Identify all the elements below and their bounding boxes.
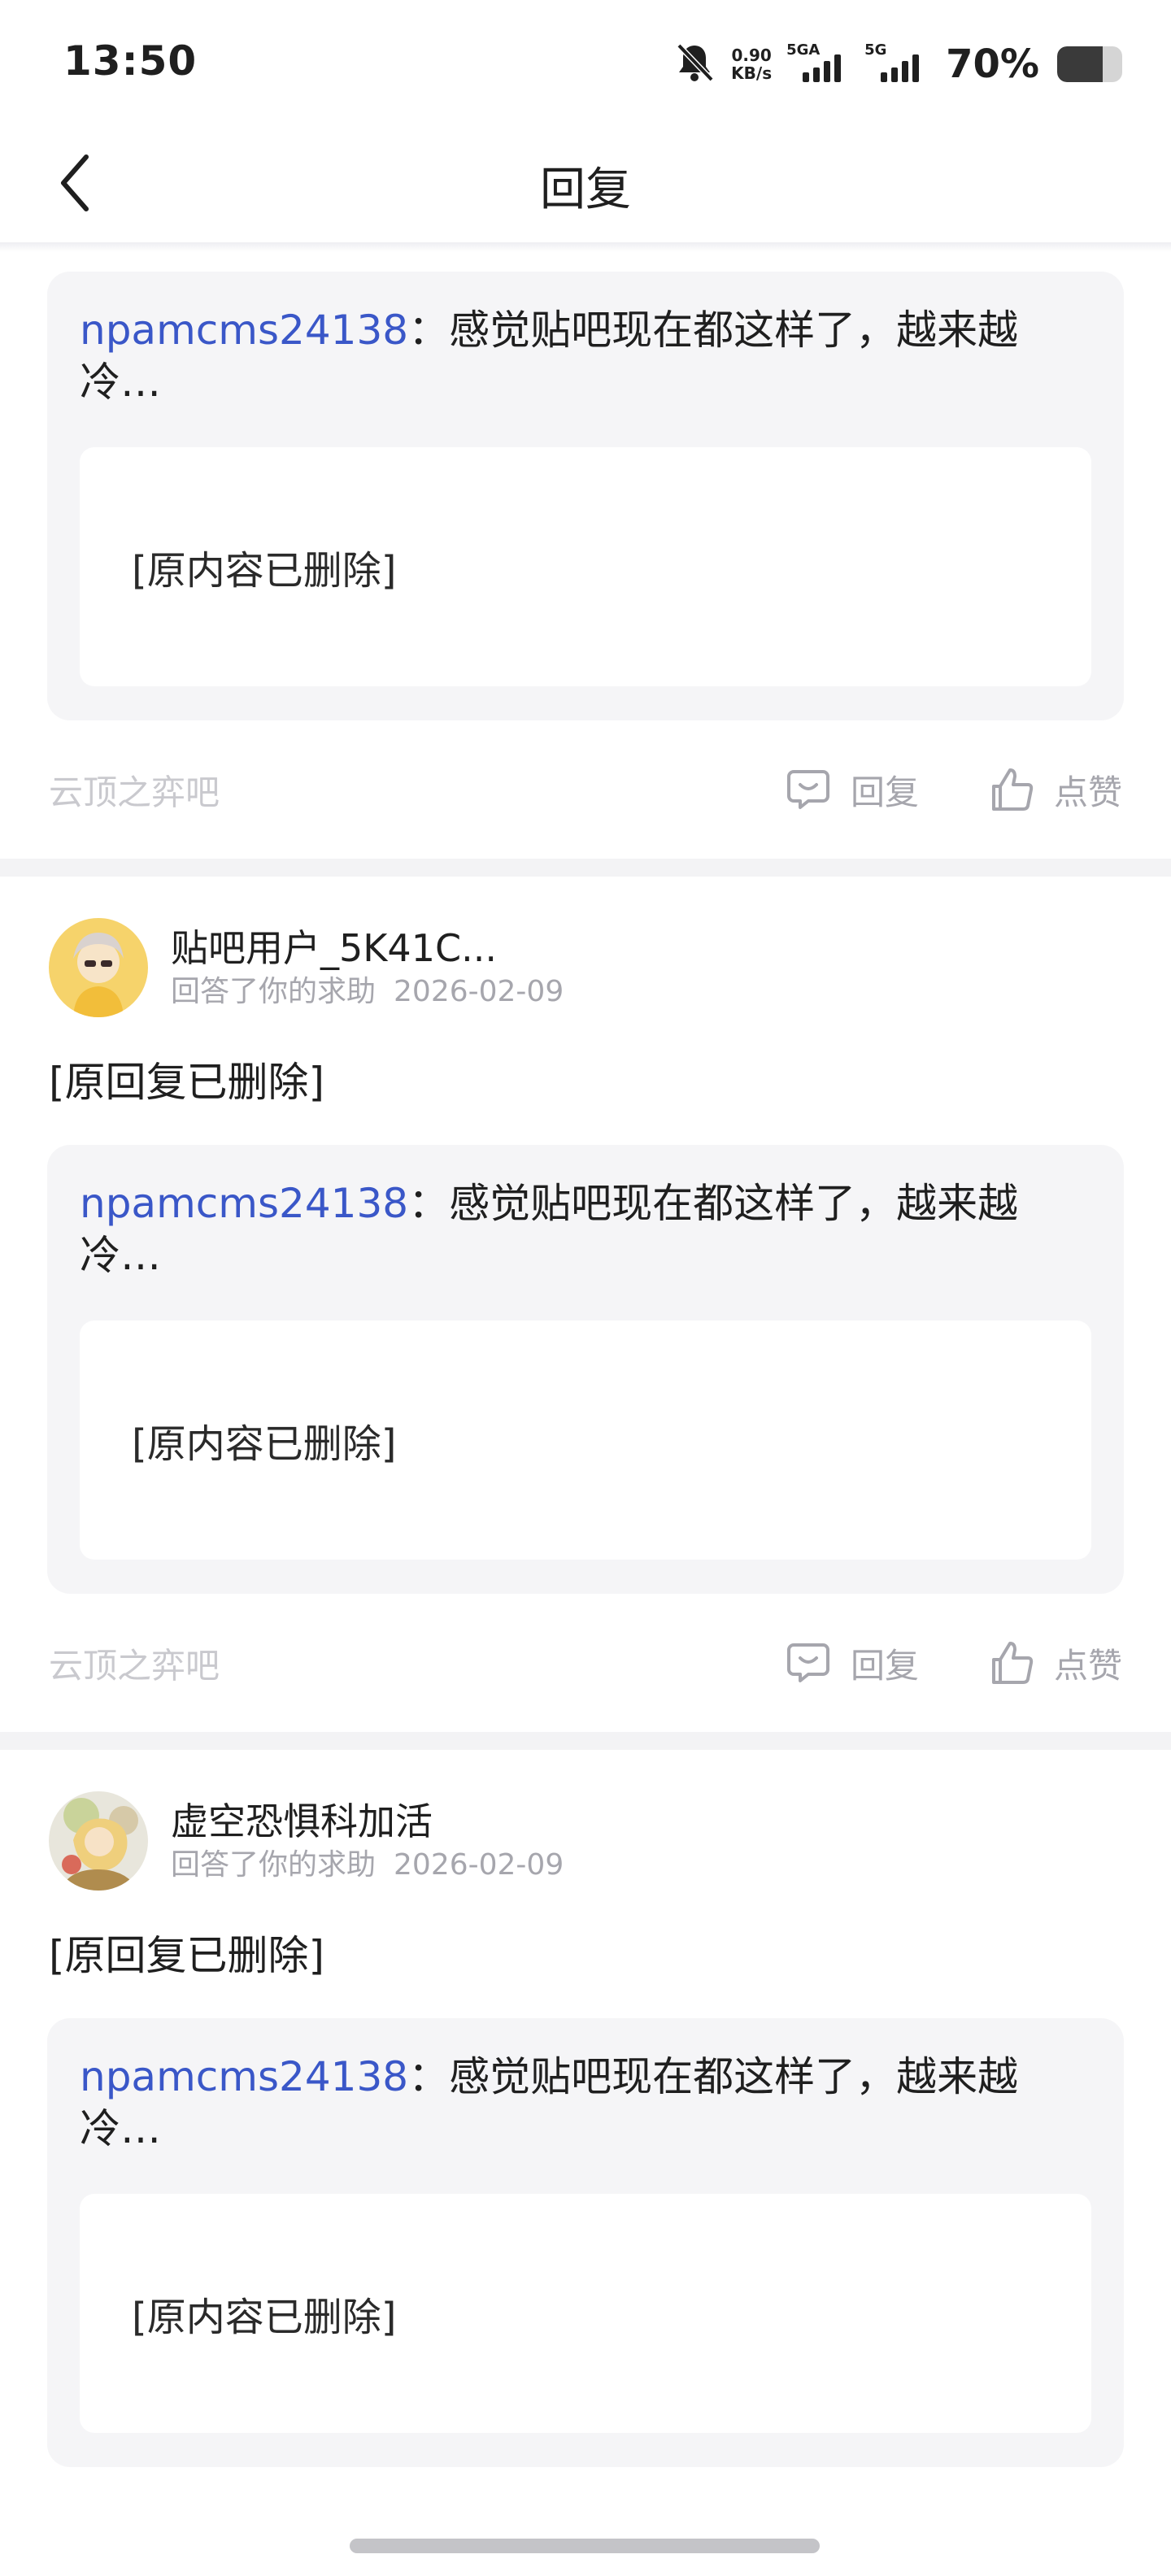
action-text: 回答了你的求助 [171,1848,377,1882]
quoted-post[interactable]: npamcms24138：感觉贴吧现在都这样了，越来越冷… [原内容已删除] [47,272,1124,720]
status-time: 13:50 [63,37,198,85]
reply-card: 贴吧用户_5K41C... 回答了你的求助 2026-02-09 [原回复已删除]… [0,877,1171,1732]
reply-label: 回复 [850,772,919,812]
like-label: 点赞 [1053,772,1122,812]
signal-icon: 5GA [786,41,850,82]
original-content: [原内容已删除] [80,2194,1091,2433]
quote-line: npamcms24138：感觉贴吧现在都这样了，越来越冷… [80,1177,1091,1281]
reply-list[interactable]: npamcms24138：感觉贴吧现在都这样了，越来越冷… [原内容已删除] 云… [0,252,1171,2467]
avatar[interactable] [49,1791,148,1891]
thumbs-up-icon [991,768,1034,811]
action-text: 回答了你的求助 [171,975,377,1008]
top-bar: 回复 [0,130,1171,242]
user-meta: 虚空恐惧科加活 回答了你的求助 2026-02-09 [171,1797,564,1885]
user-row: 虚空恐惧科加活 回答了你的求助 2026-02-09 [0,1750,1171,1891]
quote-username[interactable]: npamcms24138 [80,2053,408,2100]
original-content: [原内容已删除] [80,447,1091,686]
reply-button[interactable]: 回复 [786,765,919,815]
net-speed-value: 0.90 [731,46,772,65]
user-row: 贴吧用户_5K41C... 回答了你的求助 2026-02-09 [0,877,1171,1018]
forum-name[interactable]: 云顶之弈吧 [49,765,716,815]
post-date: 2026-02-09 [394,975,564,1008]
reply-meta: 回答了你的求助 2026-02-09 [171,973,564,1012]
page-title: 回复 [540,163,631,216]
like-button[interactable]: 点赞 [989,1638,1122,1688]
comment-icon [786,770,829,809]
reply-meta: 回答了你的求助 2026-02-09 [171,1846,564,1885]
divider [0,1732,1171,1750]
net-speed: 0.90 KB/s [731,46,772,82]
username[interactable]: 虚空恐惧科加活 [171,1797,564,1846]
card-footer: 云顶之弈吧 回复 点赞 [0,1594,1171,1732]
post-date: 2026-02-09 [394,1848,564,1882]
username[interactable]: 贴吧用户_5K41C... [171,924,564,973]
sim1-label: 5GA [786,41,821,59]
card-footer: 云顶之弈吧 回复 点赞 [0,720,1171,859]
reply-button[interactable]: 回复 [786,1638,919,1688]
home-indicator[interactable] [350,2539,820,2553]
status-bar: 13:50 0.90 KB/s 5GA 5G 70% [0,0,1171,130]
quoted-post[interactable]: npamcms24138：感觉贴吧现在都这样了，越来越冷… [原内容已删除] [47,1145,1124,1594]
forum-name[interactable]: 云顶之弈吧 [49,1638,716,1688]
quote-username[interactable]: npamcms24138 [80,1180,408,1227]
bell-muted-icon [676,42,714,86]
sim2-label: 5G [864,41,887,59]
signal-icon-2: 5G [864,41,928,82]
battery-icon [1057,46,1122,82]
quote-line: npamcms24138：感觉贴吧现在都这样了，越来越冷… [80,304,1091,408]
reply-text: [原回复已删除] [49,1059,325,1106]
reply-card: 虚空恐惧科加活 回答了你的求助 2026-02-09 [原回复已删除] npamc… [0,1750,1171,2467]
comment-icon [786,1643,829,1682]
like-label: 点赞 [1053,1645,1122,1686]
avatar[interactable] [49,918,148,1017]
divider [0,859,1171,877]
like-button[interactable]: 点赞 [989,765,1122,815]
quote-line: npamcms24138：感觉贴吧现在都这样了，越来越冷… [80,2051,1091,2155]
status-icons: 0.90 KB/s 5GA 5G 70% [676,36,1122,93]
header-shadow [0,242,1171,252]
reply-card: npamcms24138：感觉贴吧现在都这样了，越来越冷… [原内容已删除] 云… [0,272,1171,859]
quoted-post[interactable]: npamcms24138：感觉贴吧现在都这样了，越来越冷… [原内容已删除] [47,2018,1124,2467]
user-meta: 贴吧用户_5K41C... 回答了你的求助 2026-02-09 [171,924,564,1012]
battery-percent: 70% [946,41,1039,87]
thumbs-up-icon [991,1642,1034,1684]
quote-username[interactable]: npamcms24138 [80,307,408,354]
original-content: [原内容已删除] [80,1321,1091,1560]
net-speed-unit: KB/s [731,63,773,83]
reply-label: 回复 [850,1645,919,1686]
reply-text: [原回复已删除] [49,1932,325,1979]
